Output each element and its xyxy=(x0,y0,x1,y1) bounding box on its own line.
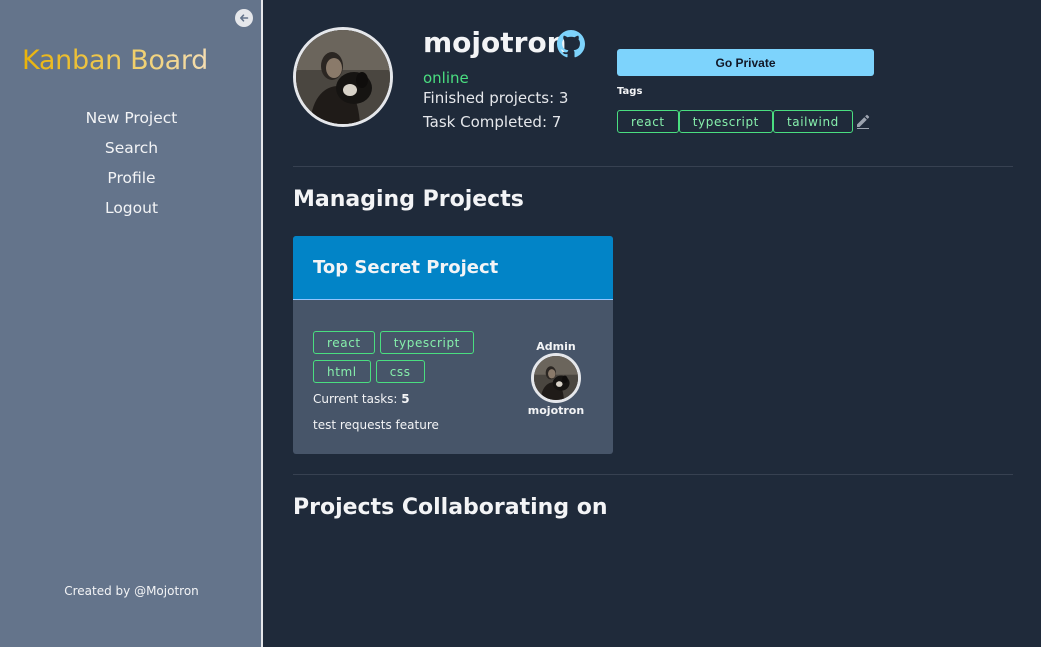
admin-label: Admin xyxy=(536,340,576,353)
go-private-button[interactable]: Go Private xyxy=(617,49,874,76)
github-icon[interactable] xyxy=(557,30,585,58)
admin-name: mojotron xyxy=(527,404,585,417)
managing-projects-title: Managing Projects xyxy=(293,187,524,212)
profile-tag: react xyxy=(617,110,679,133)
project-card-header: Top Secret Project xyxy=(293,236,613,300)
current-tasks-label: Current tasks: xyxy=(313,392,402,406)
section-divider xyxy=(293,474,1013,475)
collaborating-projects-title: Projects Collaborating on xyxy=(293,495,608,520)
profile-tags: react typescript tailwind xyxy=(617,110,853,133)
pencil-icon[interactable] xyxy=(855,113,871,129)
footer-credit: Created by @Mojotron xyxy=(64,584,199,598)
arrow-left-circle-icon[interactable] xyxy=(235,9,253,27)
tasks-completed-stat: Task Completed: 7 xyxy=(423,113,562,131)
project-title: Top Secret Project xyxy=(313,257,499,278)
finished-projects-stat: Finished projects: 3 xyxy=(423,89,569,107)
sidebar-nav: New Project Search Profile Logout xyxy=(0,106,263,226)
sidebar: Kanban Board New Project Search Profile … xyxy=(0,0,263,647)
profile-avatar xyxy=(293,27,393,127)
current-tasks: Current tasks: 5 xyxy=(313,392,410,406)
nav-search[interactable]: Search xyxy=(0,136,263,166)
profile-tag: tailwind xyxy=(772,110,853,133)
main-content: mojotron online Finished projects: 3 Tas… xyxy=(263,0,1041,647)
admin-avatar xyxy=(531,353,581,403)
nav-profile[interactable]: Profile xyxy=(0,166,263,196)
section-divider xyxy=(293,166,1013,167)
project-tag: css xyxy=(375,360,425,383)
project-tag: typescript xyxy=(379,331,474,354)
profile-tag: typescript xyxy=(678,110,773,133)
app-brand: Kanban Board xyxy=(22,45,209,76)
project-card[interactable]: Top Secret Project react typescript html… xyxy=(293,236,613,454)
project-tag: react xyxy=(313,331,375,354)
project-tags: react typescript html css xyxy=(313,331,513,383)
current-tasks-count: 5 xyxy=(401,392,410,406)
profile-username: mojotron xyxy=(423,26,567,59)
project-tag: html xyxy=(313,360,371,383)
online-status: online xyxy=(423,69,469,87)
tags-label: Tags xyxy=(617,86,643,97)
nav-logout[interactable]: Logout xyxy=(0,196,263,226)
nav-new-project[interactable]: New Project xyxy=(0,106,263,136)
project-description: test requests feature xyxy=(313,418,439,432)
